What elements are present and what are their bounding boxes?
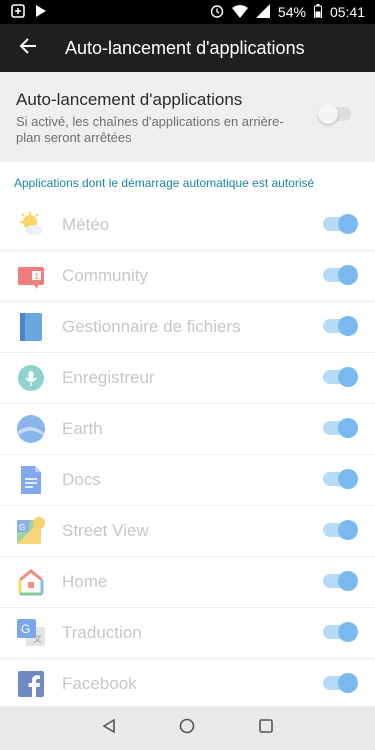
app-label: Météo xyxy=(62,215,110,234)
section-header: Applications dont le démarrage automatiq… xyxy=(0,162,375,200)
signal-icon xyxy=(255,3,270,21)
list-item[interactable]: Home xyxy=(0,557,375,608)
app-label: Gestionnaire de fichiers xyxy=(62,317,241,336)
setting-description: Si activé, les chaînes d'applications en… xyxy=(16,114,284,145)
page-title: Auto-lancement d'applications xyxy=(65,37,305,58)
app-toggle[interactable] xyxy=(323,622,358,642)
toggle-thumb xyxy=(338,418,358,438)
toggle-thumb xyxy=(338,367,358,387)
app-toggle[interactable] xyxy=(323,673,358,693)
app-label: Facebook xyxy=(62,674,137,693)
list-item[interactable]: Météo xyxy=(0,200,375,251)
toggle-thumb xyxy=(318,104,338,124)
street-view-icon: G xyxy=(16,516,46,546)
notification-icon xyxy=(10,3,26,22)
triangle-back-icon xyxy=(101,718,117,739)
app-label: Traduction xyxy=(62,623,142,642)
status-right: 54% 05:41 xyxy=(210,3,365,21)
app-toggle[interactable] xyxy=(323,316,358,336)
back-button[interactable] xyxy=(0,24,56,72)
app-bar: Auto-lancement d'applications xyxy=(0,24,375,72)
app-toggle[interactable] xyxy=(323,418,358,438)
list-item[interactable]: Docs xyxy=(0,455,375,506)
toggle-thumb xyxy=(338,571,358,591)
auto-launch-setting[interactable]: Auto-lancement d'applications Si activé,… xyxy=(0,72,375,162)
app-list: Météo 1 Community Gestionnaire de fichie… xyxy=(0,200,375,710)
app-toggle[interactable] xyxy=(323,367,358,387)
earth-icon xyxy=(16,414,46,444)
app-toggle[interactable] xyxy=(323,469,358,489)
nav-back-button[interactable] xyxy=(89,708,129,748)
list-item[interactable]: G文 Traduction xyxy=(0,608,375,659)
svg-text:文: 文 xyxy=(33,633,42,645)
auto-launch-toggle[interactable] xyxy=(318,104,351,124)
app-label: Street View xyxy=(62,521,149,540)
wifi-icon xyxy=(231,4,248,21)
nav-home-button[interactable] xyxy=(167,708,207,748)
toggle-thumb xyxy=(338,622,358,642)
setting-title: Auto-lancement d'applications xyxy=(16,90,243,109)
svg-text:G: G xyxy=(19,523,25,532)
back-arrow-icon xyxy=(19,37,37,60)
app-label: Community xyxy=(62,266,148,285)
app-toggle[interactable] xyxy=(323,520,358,540)
navigation-bar xyxy=(0,706,375,750)
battery-icon xyxy=(313,3,322,21)
square-recents-icon xyxy=(258,718,274,739)
facebook-icon xyxy=(16,669,46,699)
app-label: Enregistreur xyxy=(62,368,155,387)
status-bar: 54% 05:41 xyxy=(0,0,375,24)
svg-text:1: 1 xyxy=(35,272,40,281)
svg-text:G: G xyxy=(21,622,30,636)
app-label: Home xyxy=(62,572,108,591)
toggle-thumb xyxy=(338,520,358,540)
file-manager-icon xyxy=(16,312,46,342)
clock: 05:41 xyxy=(329,4,365,20)
send-icon xyxy=(34,3,48,22)
app-toggle[interactable] xyxy=(323,214,358,234)
app-label: Docs xyxy=(62,470,101,489)
translate-icon: G文 xyxy=(16,618,46,648)
list-item[interactable]: Facebook xyxy=(0,659,375,710)
circle-home-icon xyxy=(179,718,195,739)
toggle-thumb xyxy=(338,673,358,693)
list-item[interactable]: 1 Community xyxy=(0,251,375,302)
alarm-icon xyxy=(210,4,224,21)
toggle-thumb xyxy=(338,265,358,285)
list-item[interactable]: G Street View xyxy=(0,506,375,557)
home-icon xyxy=(16,567,46,597)
battery-percent: 54% xyxy=(277,4,306,20)
weather-icon xyxy=(16,210,46,240)
app-toggle[interactable] xyxy=(323,571,358,591)
nav-recents-button[interactable] xyxy=(246,708,286,748)
list-item[interactable]: Earth xyxy=(0,404,375,455)
recorder-icon xyxy=(16,363,46,393)
docs-icon xyxy=(16,465,46,495)
toggle-thumb xyxy=(338,469,358,489)
app-label: Earth xyxy=(62,419,103,438)
status-left xyxy=(10,3,48,22)
toggle-thumb xyxy=(338,214,358,234)
community-icon: 1 xyxy=(16,261,46,291)
list-item[interactable]: Enregistreur xyxy=(0,353,375,404)
list-item[interactable]: Gestionnaire de fichiers xyxy=(0,302,375,353)
app-toggle[interactable] xyxy=(323,265,358,285)
toggle-thumb xyxy=(338,316,358,336)
